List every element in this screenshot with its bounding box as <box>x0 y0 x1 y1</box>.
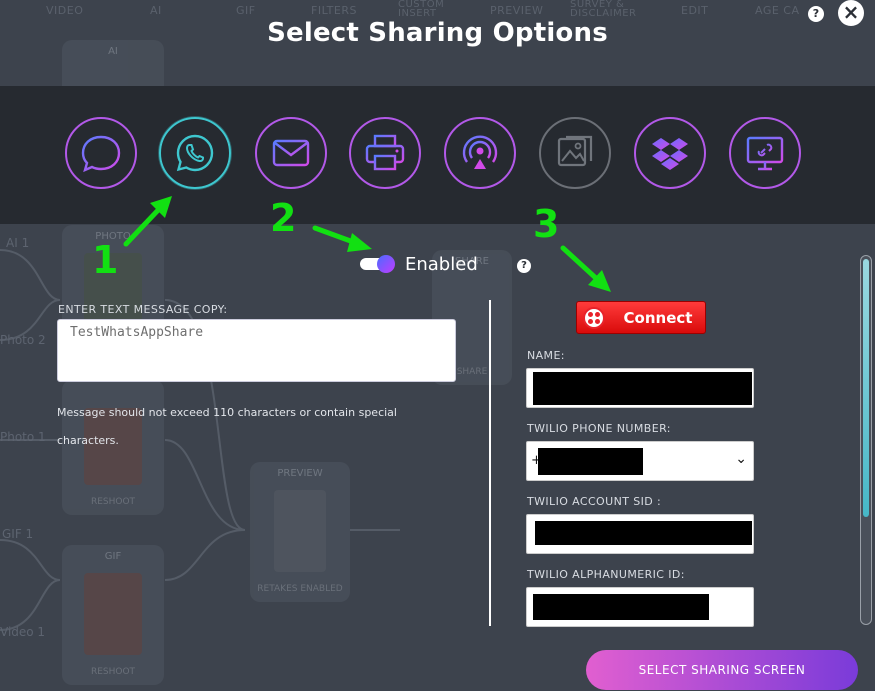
help-icon[interactable]: ? <box>808 6 824 22</box>
dropbox-icon <box>652 138 688 170</box>
airdrop-icon <box>462 135 498 169</box>
bg-card-thumb <box>274 490 326 572</box>
share-options-strip <box>0 86 875 224</box>
bg-card: GIF RESHOOT <box>62 545 164 685</box>
bg-card-title: PREVIEW <box>277 468 323 479</box>
close-button[interactable]: × <box>838 0 864 26</box>
message-textarea[interactable]: TestWhatsAppShare <box>57 319 456 382</box>
modal-title: Select Sharing Options <box>267 18 608 48</box>
annotation-number: 2 <box>270 196 297 240</box>
bg-card-foot: RESHOOT <box>90 667 136 677</box>
bg-card: PREVIEW RETAKES ENABLED <box>250 462 350 602</box>
help-icon[interactable]: ? <box>517 259 531 273</box>
enabled-label: Enabled <box>405 254 478 275</box>
account-sid-field[interactable] <box>526 514 754 554</box>
envelope-icon <box>272 139 310 167</box>
twilio-connect-button[interactable]: Connect <box>576 301 706 334</box>
share-option-email[interactable] <box>255 117 327 189</box>
redaction <box>535 521 752 545</box>
message-hint: Message should not exceed 110 characters… <box>57 406 397 447</box>
name-field[interactable] <box>526 368 754 408</box>
annotation-number: 3 <box>533 202 560 246</box>
alphanumeric-label: TWILIO ALPHANUMERIC ID: <box>527 568 685 581</box>
bg-card-foot: RESHOOT <box>90 497 136 507</box>
bg-card-title: GIF <box>104 551 122 562</box>
bg-card-foot: RETAKES ENABLED <box>257 584 343 594</box>
share-option-airdrop[interactable] <box>444 117 516 189</box>
message-label: ENTER TEXT MESSAGE COPY: <box>58 303 228 316</box>
message-value: TestWhatsAppShare <box>70 325 204 340</box>
phone-number-select[interactable]: + ⌄ <box>526 441 754 481</box>
chevron-down-icon: ⌄ <box>735 451 747 467</box>
phone-label: TWILIO PHONE NUMBER: <box>527 422 671 435</box>
screen-link-icon <box>746 136 784 171</box>
redaction <box>533 594 709 620</box>
bg-label: AI 1 <box>6 236 30 250</box>
bg-label: Photo 1 <box>0 430 46 444</box>
name-label: NAME: <box>527 349 565 362</box>
share-option-gallery[interactable] <box>539 117 611 189</box>
toggle-knob <box>377 255 395 273</box>
share-option-dropbox[interactable] <box>634 117 706 189</box>
share-option-whatsapp[interactable] <box>159 117 231 189</box>
chat-bubble-icon <box>81 135 121 173</box>
select-sharing-screen-button[interactable]: SELECT SHARING SCREEN <box>586 650 858 690</box>
bg-label: Photo 2 <box>0 333 46 347</box>
whatsapp-icon <box>176 134 214 172</box>
share-option-sms[interactable] <box>65 117 137 189</box>
redaction <box>533 372 752 405</box>
connect-label: Connect <box>623 309 693 327</box>
alphanumeric-id-field[interactable] <box>526 587 754 627</box>
column-divider <box>489 300 491 626</box>
bg-label: GIF 1 <box>2 527 34 541</box>
scrollbar[interactable] <box>860 255 872 625</box>
twilio-logo-icon <box>583 307 605 329</box>
gallery-icon <box>557 135 593 167</box>
redaction <box>538 448 643 475</box>
share-option-print[interactable] <box>349 117 421 189</box>
annotation-number: 1 <box>92 238 119 282</box>
bg-card-thumb <box>84 573 142 655</box>
bg-label: Video 1 <box>0 625 46 639</box>
sid-label: TWILIO ACCOUNT SID : <box>527 495 662 508</box>
printer-icon <box>365 134 405 171</box>
scrollbar-thumb[interactable] <box>863 259 869 517</box>
enabled-toggle[interactable] <box>360 255 396 273</box>
share-option-link[interactable] <box>729 117 801 189</box>
